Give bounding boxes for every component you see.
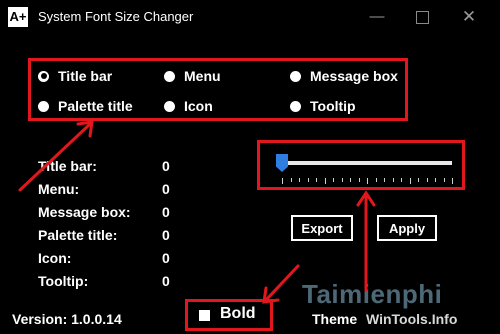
bold-checkbox[interactable] bbox=[199, 310, 210, 321]
slider-tick bbox=[342, 178, 343, 182]
slider-tick bbox=[393, 178, 394, 182]
apply-button[interactable]: Apply bbox=[377, 215, 437, 241]
size-label-menu: Menu: bbox=[38, 181, 80, 197]
maximize-button[interactable] bbox=[399, 0, 445, 34]
radio-button-icon bbox=[290, 100, 301, 112]
slider-tick bbox=[333, 178, 334, 182]
slider-tick bbox=[410, 178, 411, 184]
radio-label: Tooltip bbox=[310, 98, 356, 114]
slider-tick bbox=[316, 178, 317, 182]
slider-tick bbox=[427, 178, 428, 182]
size-value-menu: 0 bbox=[162, 181, 170, 197]
radio-label: Message box bbox=[310, 68, 398, 84]
app-icon: A+ bbox=[8, 7, 28, 27]
radio-button-icon bbox=[38, 70, 49, 82]
radio-tooltip[interactable]: Tooltip bbox=[290, 96, 356, 116]
watermark-site: WinTools.Info bbox=[366, 311, 458, 327]
title-bar: A+ System Font Size Changer — ✕ bbox=[0, 0, 500, 34]
app-window: A+ System Font Size Changer — ✕ Title ba… bbox=[0, 0, 500, 334]
slider-tick bbox=[308, 178, 309, 182]
radio-label: Icon bbox=[184, 98, 213, 114]
slider-tick bbox=[299, 178, 300, 182]
slider-tick bbox=[282, 178, 283, 184]
radio-button-icon bbox=[38, 100, 49, 112]
size-label-tooltip: Tooltip: bbox=[38, 273, 89, 289]
radio-button-icon bbox=[164, 100, 175, 112]
radio-label: Title bar bbox=[58, 68, 113, 84]
size-value-title-bar: 0 bbox=[162, 158, 170, 174]
slider-tick bbox=[444, 178, 445, 182]
size-label-icon: Icon: bbox=[38, 250, 72, 266]
radio-menu[interactable]: Menu bbox=[164, 66, 221, 86]
annotation-box-slider bbox=[257, 140, 465, 190]
size-value-icon: 0 bbox=[162, 250, 170, 266]
radio-message-box[interactable]: Message box bbox=[290, 66, 398, 86]
size-label-palette-title: Palette title: bbox=[38, 227, 118, 243]
radio-palette-title[interactable]: Palette title bbox=[38, 96, 133, 116]
radio-title-bar[interactable]: Title bar bbox=[38, 66, 112, 86]
arrow-head bbox=[356, 190, 376, 207]
size-value-tooltip: 0 bbox=[162, 273, 170, 289]
close-button[interactable]: ✕ bbox=[446, 0, 492, 34]
arrow-head bbox=[76, 120, 94, 138]
version-text: Version: 1.0.0.14 bbox=[12, 311, 122, 327]
theme-link[interactable]: Theme bbox=[312, 311, 357, 327]
slider-tick bbox=[350, 178, 351, 182]
size-label-title-bar: Title bar: bbox=[38, 158, 97, 174]
window-title: System Font Size Changer bbox=[38, 9, 194, 24]
radio-label: Palette title bbox=[58, 98, 133, 114]
radio-button-icon bbox=[164, 70, 175, 82]
slider-tick bbox=[435, 178, 436, 182]
size-value-palette-title: 0 bbox=[162, 227, 170, 243]
font-size-slider[interactable] bbox=[282, 161, 452, 165]
radio-label: Menu bbox=[184, 68, 221, 84]
slider-tick bbox=[401, 178, 402, 182]
slider-tick bbox=[384, 178, 385, 182]
radio-icon[interactable]: Icon bbox=[164, 96, 213, 116]
slider-tick bbox=[418, 178, 419, 182]
size-label-message-box: Message box: bbox=[38, 204, 131, 220]
slider-tick bbox=[367, 178, 368, 184]
arrow-line bbox=[264, 264, 300, 302]
radio-button-icon bbox=[290, 70, 301, 82]
export-button[interactable]: Export bbox=[291, 215, 353, 241]
maximize-icon bbox=[415, 10, 429, 24]
minimize-button[interactable]: — bbox=[354, 0, 400, 34]
watermark-logo: Taimienphi bbox=[302, 279, 443, 309]
bold-label: Bold bbox=[220, 305, 256, 322]
slider-tick bbox=[452, 178, 453, 184]
size-value-message-box: 0 bbox=[162, 204, 170, 220]
slider-tick bbox=[376, 178, 377, 182]
slider-tick bbox=[359, 178, 360, 182]
slider-tick bbox=[325, 178, 326, 184]
slider-tick bbox=[291, 178, 292, 182]
